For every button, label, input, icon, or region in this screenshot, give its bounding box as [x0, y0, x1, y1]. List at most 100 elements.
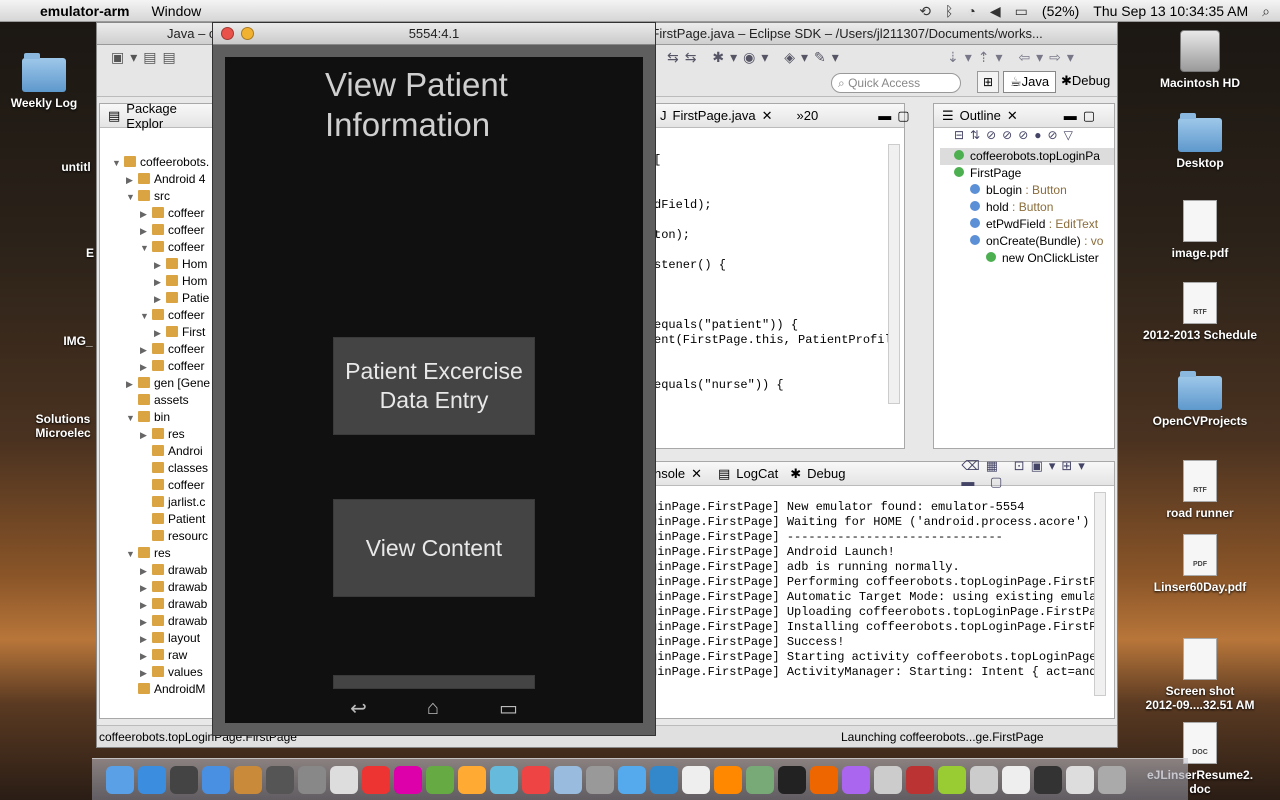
screen-icon[interactable] [1034, 765, 1062, 794]
package-tree-item[interactable]: ▶ raw [100, 647, 216, 664]
package-tree-item[interactable]: ▶ drawab [100, 579, 216, 596]
expand-arrow-icon[interactable]: ▶ [140, 223, 152, 239]
notes-icon[interactable] [1002, 765, 1030, 794]
toolbar-nav-icons[interactable]: ⇣▾⇡▾ ⇦▾⇨▾ [947, 49, 1080, 66]
console-vertical-scrollbar[interactable] [1094, 492, 1106, 696]
preview-icon[interactable] [554, 765, 582, 794]
close-window-icon[interactable] [221, 27, 234, 40]
menu-window[interactable]: Window [151, 3, 201, 19]
package-tree-item[interactable]: resourc [100, 528, 216, 545]
desktop-icon-right[interactable]: image.pdf [1130, 200, 1270, 260]
outline-item[interactable]: new OnClickLister [940, 250, 1114, 267]
outline-item[interactable]: etPwdField : EditText [940, 216, 1114, 233]
expand-arrow-icon[interactable]: ▶ [140, 427, 152, 443]
expand-arrow-icon[interactable]: ▶ [140, 597, 152, 613]
desktop-icon-right[interactable]: OpenCVProjects [1130, 371, 1270, 428]
package-tree-item[interactable]: ▶ drawab [100, 562, 216, 579]
photo-booth-icon[interactable] [906, 765, 934, 794]
preview-doc-icon[interactable] [1066, 765, 1094, 794]
package-tree-item[interactable]: ▶ values [100, 664, 216, 681]
outline-item[interactable]: onCreate(Bundle) : vo [940, 233, 1114, 250]
package-tree-item[interactable]: ▶ Android 4 [100, 171, 216, 188]
disk-utility-icon[interactable] [586, 765, 614, 794]
package-tree-item[interactable]: ▼ bin [100, 409, 216, 426]
expand-arrow-icon[interactable]: ▶ [140, 342, 152, 358]
package-explorer-tab[interactable]: ▤ Package Explor [100, 101, 216, 131]
package-tree-item[interactable]: ▶ Hom [100, 273, 216, 290]
desktop-icon-img[interactable]: IMG_ [60, 334, 96, 348]
expand-arrow-icon[interactable]: ▶ [140, 631, 152, 647]
console-tab[interactable]: nsole [654, 466, 685, 481]
outline-item[interactable]: FirstPage [940, 165, 1114, 182]
vlc-icon[interactable] [714, 765, 742, 794]
collapse-arrow-icon[interactable]: ▼ [112, 155, 124, 171]
editor-tab-firstpage[interactable]: FirstPage.java [673, 108, 756, 123]
eclipse-icon[interactable] [426, 765, 454, 794]
package-tree-item[interactable]: ▶ coffeer [100, 205, 216, 222]
package-tree-item[interactable]: ▼ res [100, 545, 216, 562]
expand-arrow-icon[interactable]: ▶ [154, 274, 166, 290]
itunes-u-icon[interactable] [842, 765, 870, 794]
calendar-icon[interactable] [682, 765, 710, 794]
collapse-arrow-icon[interactable]: ▼ [140, 308, 152, 324]
dashboard-icon[interactable] [170, 765, 198, 794]
desktop-icon-right[interactable]: Screen shot 2012-09....32.51 AM [1130, 638, 1270, 712]
files-icon[interactable] [970, 765, 998, 794]
textedit-icon[interactable] [330, 765, 358, 794]
grapher-icon[interactable] [746, 765, 774, 794]
package-tree-item[interactable]: assets [100, 392, 216, 409]
package-tree-item[interactable]: ▶ coffeer [100, 341, 216, 358]
console-toolbar-icons[interactable]: ⌫▦ ⊡▣▾⊞▾ ▬ ▢ [961, 458, 1114, 490]
wifi-icon[interactable]: ◔ [967, 3, 975, 19]
open-perspective-icon[interactable]: ⊞ [977, 71, 999, 93]
recent-apps-icon[interactable]: ▭ [499, 696, 518, 721]
expand-arrow-icon[interactable]: ▶ [154, 325, 166, 341]
java-icon[interactable] [362, 765, 390, 794]
messages-icon[interactable] [490, 765, 518, 794]
expand-arrow-icon[interactable]: ▶ [140, 614, 152, 630]
outline-toolbar-icons[interactable]: ⊟⇅⊘⊘⊘●⊘▽ [934, 128, 1114, 148]
firefox-icon[interactable] [810, 765, 838, 794]
outline-item[interactable]: bLogin : Button [940, 182, 1114, 199]
collapse-arrow-icon[interactable]: ▼ [126, 546, 138, 562]
package-tree-item[interactable]: ▶ gen [Gene [100, 375, 216, 392]
debug-tab[interactable]: Debug [807, 466, 845, 481]
home-icon[interactable]: ⌂ [427, 697, 439, 720]
package-tree-item[interactable]: ▶ res [100, 426, 216, 443]
desktop-icon-e[interactable]: E [84, 246, 96, 260]
text-editor-icon[interactable] [874, 765, 902, 794]
package-tree-item[interactable]: Androi [100, 443, 216, 460]
emulator-title-bar[interactable]: 5554:4.1 [213, 23, 655, 45]
close-tab-icon[interactable]: ✕ [1007, 108, 1018, 124]
desktop-icon-untitled[interactable]: untitl [56, 160, 96, 174]
expand-arrow-icon[interactable]: ▶ [140, 665, 152, 681]
patient-exercise-data-entry-button[interactable]: Patient Excercise Data Entry [333, 337, 535, 435]
status-progress[interactable]: Launching coffeerobots...ge.FirstPage [841, 730, 1044, 744]
expand-arrow-icon[interactable]: ▶ [140, 648, 152, 664]
expand-arrow-icon[interactable]: ▶ [140, 563, 152, 579]
expand-arrow-icon[interactable]: ▶ [140, 359, 152, 375]
package-tree-item[interactable]: ▶ drawab [100, 596, 216, 613]
close-tab-icon[interactable]: ✕ [762, 108, 773, 124]
close-tab-icon[interactable]: ✕ [691, 466, 702, 482]
expand-arrow-icon[interactable]: ▶ [140, 580, 152, 596]
logcat-tab[interactable]: LogCat [736, 466, 778, 481]
back-icon[interactable]: ↩ [350, 696, 367, 721]
package-tree-item[interactable]: jarlist.c [100, 494, 216, 511]
package-tree-item[interactable]: ▶ Patie [100, 290, 216, 307]
package-tree-item[interactable]: ▼ coffeer [100, 307, 216, 324]
package-tree-item[interactable]: ▶ layout [100, 630, 216, 647]
desktop-icon-right[interactable]: RTF 2012-2013 Schedule [1130, 282, 1270, 342]
expand-arrow-icon[interactable]: ▶ [126, 376, 138, 392]
desktop-icon-weekly-log[interactable]: Weekly Log [6, 53, 82, 110]
minimize-window-icon[interactable] [241, 27, 254, 40]
package-tree-item[interactable]: coffeer [100, 477, 216, 494]
maximize-icon[interactable]: ▢ [1083, 108, 1095, 124]
perspective-java[interactable]: ☕Java [1003, 71, 1057, 93]
xcode-icon[interactable] [650, 765, 678, 794]
package-tree-item[interactable]: ▶ coffeer [100, 222, 216, 239]
photo-icon[interactable] [458, 765, 486, 794]
desktop-icon-right[interactable]: Desktop [1130, 113, 1270, 170]
expand-arrow-icon[interactable]: ▶ [126, 172, 138, 188]
package-tree-item[interactable]: ▼ src [100, 188, 216, 205]
